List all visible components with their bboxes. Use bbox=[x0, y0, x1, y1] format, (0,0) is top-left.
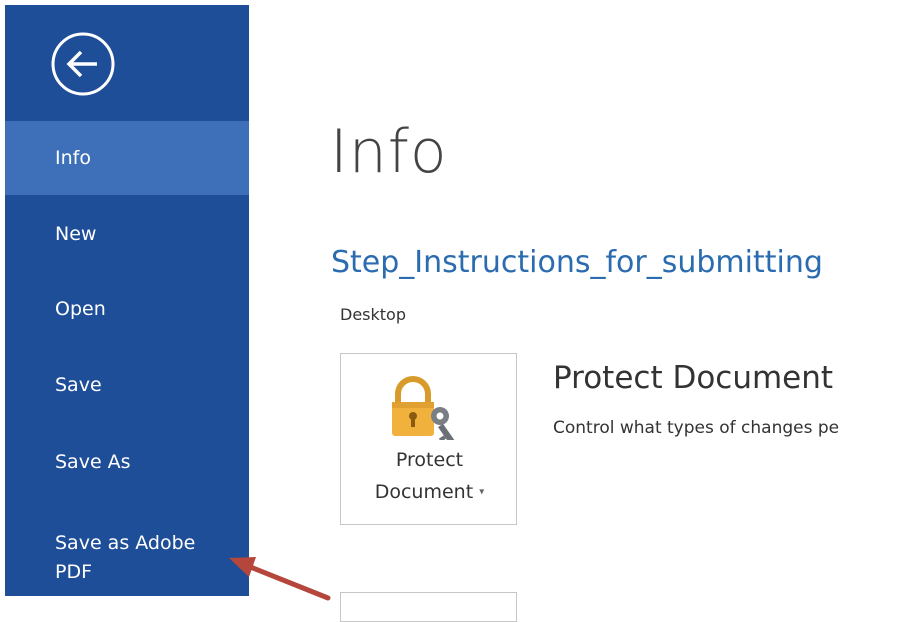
page-title: Info bbox=[330, 117, 448, 187]
document-name: Step_Instructions_for_submitting bbox=[331, 245, 823, 280]
document-location[interactable]: Desktop bbox=[340, 305, 406, 324]
protect-button-label-line2: Document bbox=[374, 481, 474, 503]
sidebar-item-label: Open bbox=[55, 298, 106, 320]
sidebar-item-label: Save As bbox=[55, 451, 131, 473]
backstage-sidebar: Info New Open Save Save As Save as Adobe… bbox=[5, 5, 249, 596]
dropdown-caret-icon: ▾ bbox=[479, 486, 485, 498]
next-section-button[interactable] bbox=[340, 592, 517, 622]
back-button[interactable] bbox=[49, 30, 117, 98]
sidebar-item-new[interactable]: New bbox=[5, 197, 249, 271]
lock-key-icon bbox=[388, 376, 464, 447]
protect-section-title: Protect Document bbox=[553, 360, 834, 396]
sidebar-item-label: Info bbox=[55, 147, 91, 169]
protect-button-label-line1: Protect bbox=[395, 449, 464, 471]
back-arrow-icon bbox=[51, 32, 115, 96]
sidebar-item-label: Save as Adobe PDF bbox=[55, 532, 196, 583]
sidebar-item-open[interactable]: Open bbox=[5, 272, 249, 346]
sidebar-item-label: New bbox=[55, 223, 97, 245]
sidebar-item-label: Save bbox=[55, 374, 102, 396]
sidebar-item-save[interactable]: Save bbox=[5, 348, 249, 422]
protect-section-description: Control what types of changes pe bbox=[553, 418, 840, 438]
sidebar-item-info[interactable]: Info bbox=[5, 121, 249, 195]
sidebar-item-save-as[interactable]: Save As bbox=[5, 425, 249, 499]
protect-document-button[interactable]: Protect Document ▾ bbox=[340, 353, 517, 525]
sidebar-item-save-as-adobe-pdf[interactable]: Save as Adobe PDF bbox=[5, 521, 249, 595]
